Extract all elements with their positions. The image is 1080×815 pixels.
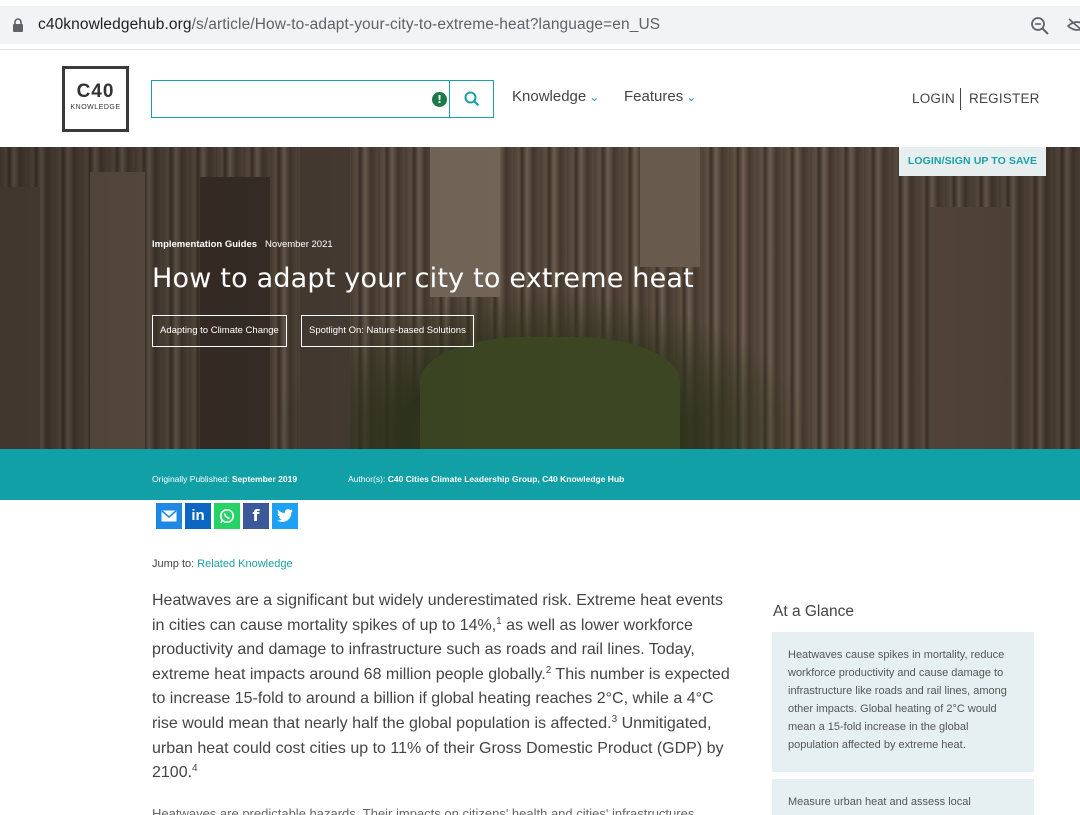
glance-text: Heatwaves cause spikes in mortality, red… bbox=[788, 649, 1007, 751]
chevron-down-icon: ⌄ bbox=[686, 90, 697, 104]
linkedin-icon: in bbox=[191, 507, 205, 524]
twitter-share-button[interactable] bbox=[272, 503, 298, 529]
published-value: September 2019 bbox=[231, 474, 298, 484]
email-icon bbox=[161, 510, 177, 522]
glance-title: At a Glance bbox=[773, 603, 854, 620]
glance-item: Heatwaves cause spikes in mortality, red… bbox=[772, 632, 1034, 772]
url-text[interactable]: c40knowledgehub.org/s/article/How-to-ada… bbox=[38, 16, 660, 34]
hero-banner: LOGIN/SIGN UP TO SAVE Implementation Gui… bbox=[0, 147, 1080, 449]
article-category[interactable]: Implementation Guides bbox=[152, 239, 257, 250]
topic-tag[interactable]: Spotlight On: Nature-based Solutions bbox=[301, 315, 474, 347]
search-input[interactable] bbox=[152, 81, 442, 117]
register-link[interactable]: REGISTER bbox=[969, 91, 1040, 106]
eye-off-icon[interactable] bbox=[1066, 17, 1080, 35]
address-bar[interactable]: c40knowledgehub.org/s/article/How-to-ada… bbox=[0, 6, 1080, 44]
search-box: ! bbox=[151, 80, 494, 118]
save-button[interactable]: LOGIN/SIGN UP TO SAVE bbox=[899, 147, 1046, 176]
header-divider bbox=[960, 88, 961, 110]
jump-to: Jump to: Related Knowledge bbox=[152, 558, 293, 570]
url-host: c40knowledgehub.org bbox=[38, 16, 192, 33]
glance-item: Measure urban heat and assess local bbox=[772, 779, 1034, 815]
publication-bar: Originally Published: September 2019 Aut… bbox=[0, 449, 1080, 500]
browser-toolbar: c40knowledgehub.org/s/article/How-to-ada… bbox=[0, 0, 1080, 50]
article-date: November 2021 bbox=[265, 239, 333, 250]
search-icon bbox=[464, 91, 480, 107]
topic-tag[interactable]: Adapting to Climate Change bbox=[152, 315, 287, 347]
search-button[interactable] bbox=[449, 81, 493, 117]
site-header: C40 KNOWLEDGE ! Knowledge ⌄ Features ⌄ LOG… bbox=[0, 50, 1080, 147]
hero-overlay bbox=[0, 147, 1080, 449]
facebook-share-button[interactable]: f bbox=[243, 503, 269, 529]
nav-knowledge[interactable]: Knowledge ⌄ bbox=[512, 88, 599, 105]
footnote-ref[interactable]: 1 bbox=[496, 616, 502, 627]
chevron-down-icon: ⌄ bbox=[589, 90, 600, 104]
zoom-icon[interactable] bbox=[1029, 15, 1051, 37]
nav-features[interactable]: Features ⌄ bbox=[624, 88, 696, 105]
whatsapp-share-button[interactable] bbox=[214, 503, 240, 529]
jump-related-knowledge-link[interactable]: Related Knowledge bbox=[197, 558, 292, 570]
whatsapp-icon bbox=[220, 509, 234, 524]
authors-label: Author(s): bbox=[348, 474, 386, 484]
article-meta: Implementation Guides November 2021 bbox=[152, 239, 333, 250]
logo-main: C40 bbox=[76, 81, 115, 102]
page-title: How to adapt your city to extreme heat bbox=[152, 263, 694, 294]
footnote-ref[interactable]: 4 bbox=[192, 763, 198, 774]
info-icon[interactable]: ! bbox=[432, 92, 447, 107]
authors-value: C40 Cities Climate Leadership Group, C40… bbox=[387, 474, 625, 484]
twitter-icon bbox=[277, 509, 293, 522]
login-link[interactable]: LOGIN bbox=[912, 91, 955, 106]
facebook-icon: f bbox=[252, 506, 260, 525]
article-paragraph-cut: Heatwaves are predictable hazards. Their… bbox=[152, 806, 695, 815]
lock-icon bbox=[13, 18, 23, 32]
c40-logo[interactable]: C40 KNOWLEDGE bbox=[62, 66, 129, 132]
linkedin-share-button[interactable]: in bbox=[185, 503, 211, 529]
footnote-ref[interactable]: 2 bbox=[546, 665, 552, 676]
nav-knowledge-label: Knowledge bbox=[512, 88, 587, 105]
published-label: Originally Published: bbox=[152, 474, 230, 484]
nav-features-label: Features bbox=[624, 88, 684, 105]
footnote-ref[interactable]: 3 bbox=[612, 714, 618, 725]
logo-sub: KNOWLEDGE bbox=[70, 104, 121, 111]
published-info: Originally Published: September 2019 bbox=[152, 474, 297, 484]
url-path: /s/article/How-to-adapt-your-city-to-ext… bbox=[191, 16, 661, 33]
email-share-button[interactable] bbox=[156, 503, 182, 529]
glance-text: Measure urban heat and assess local bbox=[788, 796, 971, 808]
jump-label: Jump to: bbox=[152, 558, 195, 570]
article-paragraph: Heatwaves are a significant but widely u… bbox=[152, 589, 732, 786]
authors-info: Author(s): C40 Cities Climate Leadership… bbox=[348, 474, 624, 484]
